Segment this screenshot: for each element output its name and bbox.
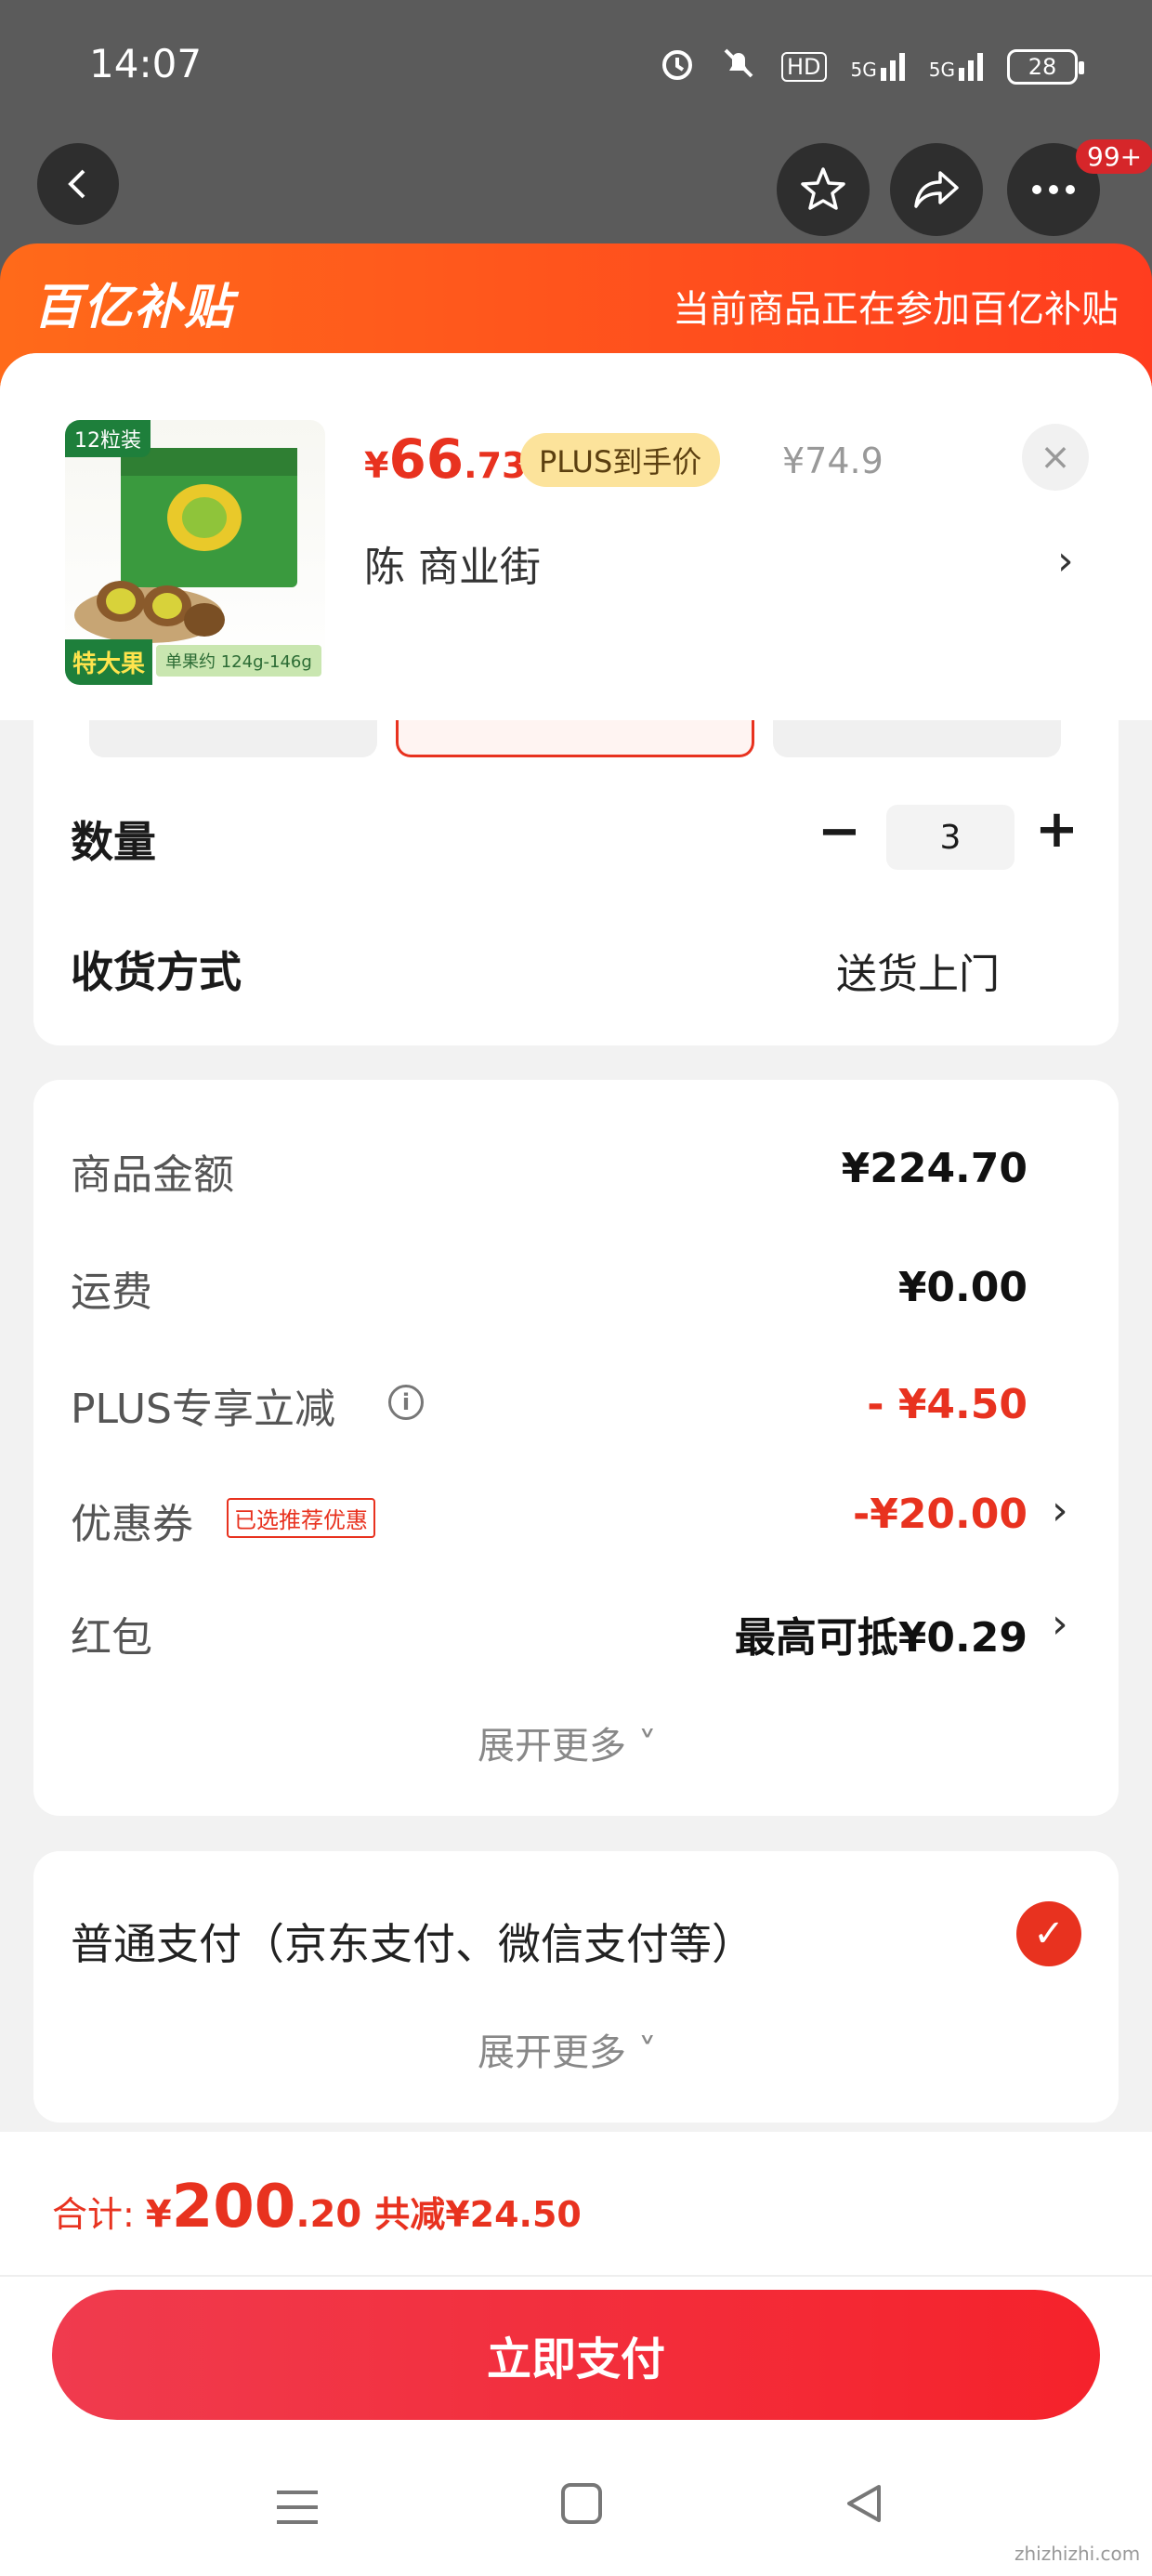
divider (0, 2275, 1152, 2277)
order-total: 合计: ¥200.20 共减¥24.50 (52, 2173, 582, 2241)
chevron-right-icon[interactable]: › (1052, 1487, 1068, 1534)
check-icon[interactable]: ✓ (1016, 1901, 1081, 1966)
status-icons: HD 5G 5G 28 (659, 45, 1084, 89)
big-fruit-tag: 特大果 (65, 639, 153, 685)
hd-label: HD (781, 52, 827, 82)
delivery-method-label: 收货方式 (71, 947, 242, 997)
coupon-value[interactable]: -¥20.00 (853, 1491, 1028, 1538)
payment-method-card (33, 1851, 1119, 2123)
shipping-label: 运费 (71, 1268, 152, 1316)
expand-more-button[interactable]: 展开更多 ˅ (478, 1715, 657, 1769)
pay-now-button[interactable]: 立即支付 (52, 2290, 1100, 2420)
goods-amount-label: 商品金额 (71, 1151, 234, 1199)
red-packet-label: 红包 (71, 1614, 152, 1662)
plus-discount-label: PLUS专享立减 (71, 1386, 335, 1433)
total-savings: 共减¥24.50 (374, 2194, 582, 2235)
plus-discount-value: - ¥4.50 (867, 1381, 1028, 1428)
chevron-right-icon[interactable]: › (1057, 537, 1074, 585)
info-icon[interactable]: i (388, 1385, 424, 1420)
red-packet-value[interactable]: 最高可抵¥0.29 (735, 1604, 1028, 1663)
share-button[interactable] (890, 143, 983, 236)
share-icon (914, 171, 959, 208)
plus-price-badge: PLUS到手价 (520, 433, 721, 487)
goods-amount-value: ¥224.70 (841, 1145, 1028, 1192)
quantity-label: 数量 (71, 817, 156, 867)
banner-text: 当前商品正在参加百亿补贴 (673, 288, 1119, 331)
delivery-method-value[interactable]: 送货上门 (836, 940, 1000, 1000)
pack-count-tag: 12粒装 (65, 420, 151, 457)
signal-icon: 5G (851, 53, 905, 81)
chevron-left-icon (68, 169, 85, 199)
mute-icon (720, 45, 757, 89)
payment-method-label[interactable]: 普通支付（京东支付、微信支付等） (71, 1911, 754, 1972)
chevron-right-icon[interactable]: › (1052, 1600, 1068, 1648)
quantity-input[interactable]: 3 (886, 805, 1015, 870)
shipping-value: ¥0.00 (897, 1264, 1028, 1311)
spec-option[interactable] (773, 720, 1061, 757)
battery-icon: 28 (1007, 49, 1084, 85)
coupon-label: 优惠券 (71, 1501, 193, 1548)
total-label: 合计: (52, 2194, 146, 2235)
quantity-increase-button[interactable]: + (1035, 799, 1079, 860)
back-button[interactable] (37, 143, 119, 225)
delivery-address[interactable]: 陈 商业街 (364, 533, 541, 593)
spec-option[interactable] (89, 720, 377, 757)
favorite-button[interactable] (777, 143, 870, 236)
watermark: zhizhizhi.com (1015, 2543, 1141, 2565)
quantity-decrease-button[interactable]: − (818, 801, 861, 861)
coupon-recommended-tag: 已选推荐优惠 (227, 1498, 375, 1538)
alarm-icon (659, 45, 696, 89)
notification-badge: 99+ (1076, 139, 1152, 174)
home-icon[interactable] (561, 2483, 602, 2524)
back-triangle-icon[interactable] (842, 2481, 886, 2530)
close-button[interactable]: × (1022, 424, 1089, 491)
signal-icon-2: 5G (929, 53, 983, 81)
product-price: ¥66.73 (364, 427, 527, 491)
subsidy-logo: 百亿补贴 (33, 280, 235, 335)
more-icon (1032, 185, 1075, 194)
fruit-weight-tag: 单果约 124g-146g (156, 645, 321, 677)
spec-option-selected[interactable] (396, 720, 754, 757)
original-price: ¥74.9 (782, 440, 884, 481)
menu-icon[interactable] (275, 2487, 320, 2531)
status-time: 14:07 (89, 41, 203, 86)
expand-more-button[interactable]: 展开更多 ˅ (478, 2022, 657, 2076)
star-icon (801, 167, 845, 210)
